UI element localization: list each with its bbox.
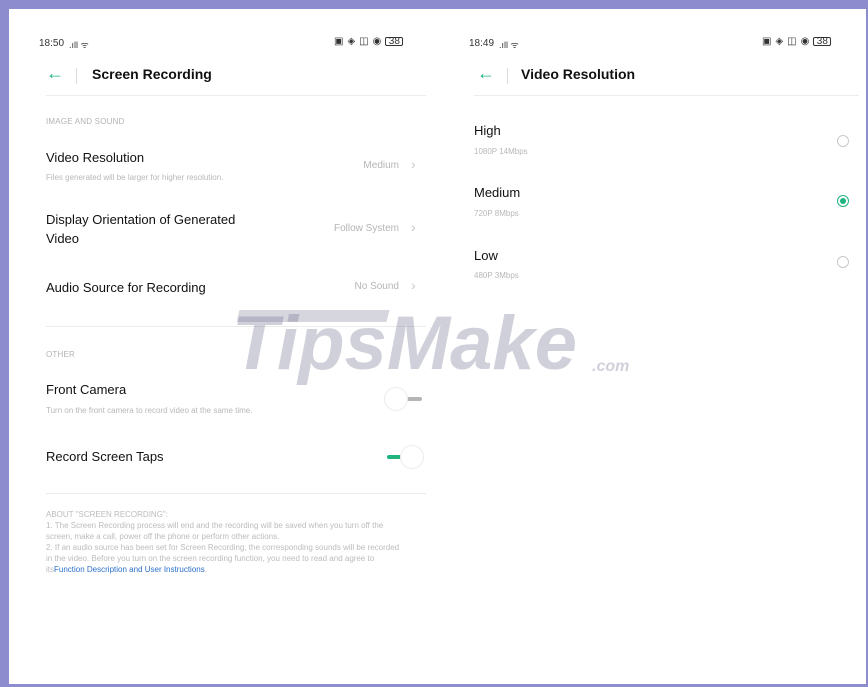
option-label: Medium (474, 185, 521, 200)
option-label: Low (474, 248, 498, 263)
toggle-knob (400, 445, 424, 469)
record-taps-title: Record Screen Taps (46, 449, 164, 464)
video-resolution-screen: 18:49 .ıll ᯤ ▣ ◈ ◫ ◉ 38 ← Video Resoluti… (437, 9, 866, 684)
video-resolution-title: Video Resolution (46, 150, 145, 165)
location-icon: ◈ (347, 36, 356, 47)
status-bar: 18:50 .ıll ᯤ ▣ ◈ ◫ ◉ 38 (9, 36, 437, 54)
front-camera-subtitle: Turn on the front camera to record video… (46, 406, 253, 415)
nfc-icon: ▣ (762, 36, 772, 47)
battery-icon: 38 (385, 37, 404, 47)
toggle-knob (384, 387, 408, 411)
location-icon: ◈ (775, 36, 784, 47)
vibrate-icon: ◫ (359, 36, 369, 47)
option-label: High (474, 123, 501, 138)
about-heading: ABOUT "SCREEN RECORDING": (46, 510, 168, 519)
display-orientation-title-line1: Display Orientation of Generated (46, 212, 236, 227)
battery-icon: 38 (813, 37, 832, 47)
signal-icon: .ıll ᯤ (499, 40, 519, 50)
display-orientation-value: Follow System (333, 223, 399, 234)
chevron-right-icon: › (411, 156, 416, 172)
audio-source-value: No Sound (354, 281, 399, 292)
about-paragraph-2: 2. If an audio source has been set for S… (46, 542, 401, 575)
front-camera-toggle[interactable] (384, 387, 426, 411)
toggle-track (387, 455, 401, 459)
status-time: 18:50 (39, 38, 65, 49)
section-divider (46, 326, 426, 327)
display-orientation-title-line2: Video (46, 231, 80, 246)
signal-icon: .ıll ᯤ (69, 40, 89, 50)
chevron-right-icon: › (411, 219, 416, 235)
frame-border-top (0, 0, 868, 9)
toggle-track (406, 397, 422, 401)
record-taps-toggle[interactable] (384, 445, 426, 469)
page-header: ← Video Resolution (437, 63, 866, 93)
vibrate-icon: ◫ (787, 36, 797, 47)
header-separator (507, 68, 508, 84)
alarm-icon: ◉ (800, 36, 810, 47)
header-divider (46, 95, 426, 96)
about-paragraph-2-end: . (204, 565, 207, 574)
page-header: ← Screen Recording (9, 63, 437, 93)
section-label-other: OTHER (46, 350, 75, 359)
section-label-image-sound: IMAGE AND SOUND (46, 117, 125, 126)
screen-recording-screen: 18:50 .ıll ᯤ ▣ ◈ ◫ ◉ 38 ← Screen Recordi… (9, 9, 437, 684)
front-camera-title: Front Camera (46, 382, 127, 397)
page-title: Screen Recording (92, 66, 212, 82)
chevron-right-icon: › (411, 277, 416, 293)
header-separator (76, 68, 77, 84)
back-arrow-icon[interactable]: ← (46, 63, 64, 84)
audio-source-title: Audio Source for Recording (46, 280, 206, 295)
page-title: Video Resolution (521, 66, 636, 82)
video-resolution-value: Medium (363, 160, 399, 171)
nfc-icon: ▣ (334, 36, 344, 47)
section-divider (46, 493, 426, 494)
header-divider (474, 95, 859, 96)
option-detail: 480P 3Mbps (474, 271, 519, 280)
video-resolution-subtitle: Files generated will be larger for highe… (46, 173, 224, 182)
option-detail: 720P 8Mbps (474, 209, 519, 218)
status-bar: 18:49 .ıll ᯤ ▣ ◈ ◫ ◉ 38 (437, 36, 866, 54)
back-arrow-icon[interactable]: ← (477, 63, 495, 84)
status-time: 18:49 (469, 38, 495, 49)
radio-button-low[interactable] (837, 256, 849, 268)
about-paragraph-1: 1. The Screen Recording process will end… (46, 521, 384, 541)
status-icons: ▣ ◈ ◫ ◉ 38 (762, 36, 832, 47)
function-description-link[interactable]: Function Description and User Instructio… (54, 565, 205, 574)
alarm-icon: ◉ (372, 36, 382, 47)
about-text: ABOUT "SCREEN RECORDING": 1. The Screen … (46, 509, 401, 575)
radio-button-medium[interactable] (837, 195, 849, 207)
option-detail: 1080P 14Mbps (474, 147, 528, 156)
status-icons: ▣ ◈ ◫ ◉ 38 (334, 36, 404, 47)
radio-button-high[interactable] (837, 135, 849, 147)
frame-border-left (0, 0, 9, 687)
